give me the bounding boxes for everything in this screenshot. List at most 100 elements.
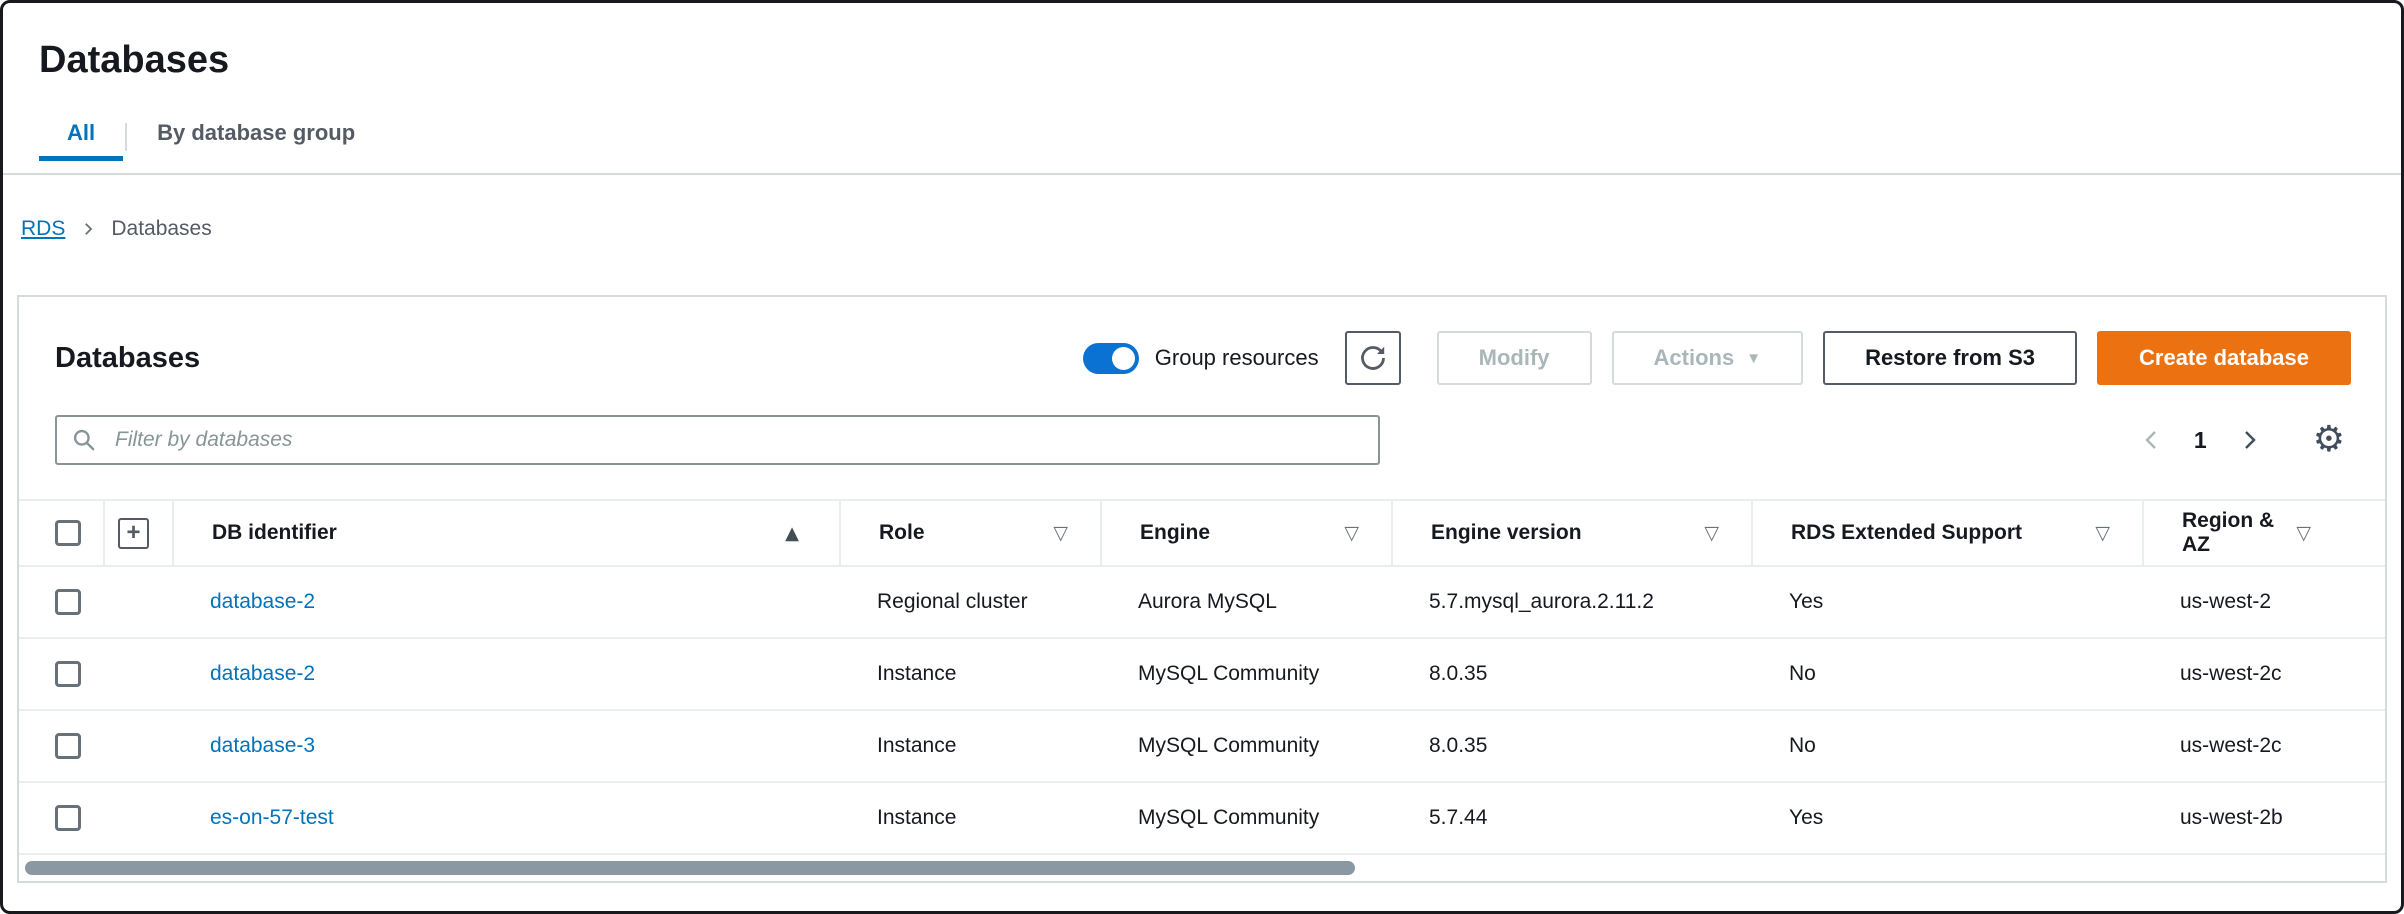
table-row: database-2 Instance MySQL Community 8.0.… — [19, 639, 2385, 711]
databases-panel: Databases Group resources Modify — [17, 295, 2387, 883]
tab-bar: All By database group — [3, 112, 2401, 175]
header-engine-label: Engine — [1140, 521, 1210, 545]
breadcrumb-rds-link[interactable]: RDS — [21, 217, 65, 241]
table-row: database-2 Regional cluster Aurora MySQL… — [19, 567, 2385, 639]
role-value: Instance — [877, 662, 956, 686]
page-title: Databases — [39, 39, 2365, 82]
header-role-label: Role — [879, 521, 925, 545]
page-number[interactable]: 1 — [2194, 427, 2207, 454]
restore-from-s3-button[interactable]: Restore from S3 — [1823, 331, 2077, 385]
row-checkbox[interactable] — [55, 805, 81, 831]
rds-extended-support-value: No — [1789, 662, 1816, 686]
create-database-button[interactable]: Create database — [2097, 331, 2351, 385]
tab-all-label: All — [67, 120, 95, 145]
filter-input[interactable] — [55, 415, 1380, 465]
engine-version-value: 5.7.mysql_aurora.2.11.2 — [1429, 590, 1654, 614]
table-row: es-on-57-test Instance MySQL Community 5… — [19, 783, 2385, 855]
engine-value: Aurora MySQL — [1138, 590, 1277, 614]
databases-table: + DB identifier ▲ Role ▽ Engine ▽ Engine… — [19, 499, 2385, 855]
next-page-button[interactable] — [2231, 422, 2267, 458]
engine-version-value: 5.7.44 — [1429, 806, 1487, 830]
header-region-az-label: Region & AZ — [2182, 509, 2296, 557]
refresh-icon — [1359, 344, 1387, 372]
horizontal-scrollbar-thumb[interactable] — [25, 861, 1355, 875]
region-az-value: us-west-2b — [2180, 806, 2283, 830]
expand-all-cell: + — [103, 501, 172, 565]
region-az-value: us-west-2 — [2180, 590, 2271, 614]
panel-header: Databases Group resources Modify — [19, 297, 2385, 415]
row-expand-cell — [103, 567, 172, 637]
refresh-button[interactable] — [1345, 331, 1401, 385]
settings-button[interactable]: ⚙ — [2307, 421, 2351, 459]
sort-ascending-icon: ▲ — [785, 523, 839, 544]
chevron-left-icon — [2140, 428, 2164, 452]
tab-by-database-group[interactable]: By database group — [129, 112, 383, 161]
db-identifier-link[interactable]: es-on-57-test — [210, 806, 334, 830]
header-engine-version-label: Engine version — [1431, 521, 1582, 545]
rds-extended-support-value: Yes — [1789, 590, 1823, 614]
pagination: 1 ⚙ — [2134, 421, 2351, 459]
engine-value: MySQL Community — [1138, 806, 1319, 830]
engine-value: MySQL Community — [1138, 662, 1319, 686]
db-identifier-link[interactable]: database-2 — [210, 662, 315, 686]
tab-all[interactable]: All — [39, 112, 123, 161]
filter-caret-icon[interactable]: ▽ — [2296, 522, 2343, 544]
filter-row: 1 ⚙ — [19, 415, 2385, 465]
horizontal-scrollbar[interactable] — [19, 855, 2385, 881]
role-value: Regional cluster — [877, 590, 1028, 614]
db-identifier-link[interactable]: database-3 — [210, 734, 315, 758]
header-rds-extended-support[interactable]: RDS Extended Support ▽ — [1751, 501, 2142, 565]
table-header-row: + DB identifier ▲ Role ▽ Engine ▽ Engine… — [19, 501, 2385, 567]
modify-button[interactable]: Modify — [1437, 331, 1592, 385]
header-role[interactable]: Role ▽ — [839, 501, 1100, 565]
rds-extended-support-value: Yes — [1789, 806, 1823, 830]
app-window: Databases All By database group RDS Data… — [0, 0, 2404, 914]
chevron-right-icon — [2237, 428, 2261, 452]
role-value: Instance — [877, 806, 956, 830]
gear-icon: ⚙ — [2313, 419, 2345, 460]
header-engine-version[interactable]: Engine version ▽ — [1391, 501, 1751, 565]
header-region-az[interactable]: Region & AZ ▽ — [2142, 501, 2385, 565]
group-resources-control: Group resources — [1083, 343, 1319, 374]
filter-input-wrapper — [55, 415, 1380, 465]
row-checkbox[interactable] — [55, 661, 81, 687]
rds-extended-support-value: No — [1789, 734, 1816, 758]
page-header: Databases — [3, 3, 2401, 82]
region-az-value: us-west-2c — [2180, 734, 2282, 758]
group-resources-label: Group resources — [1155, 345, 1319, 371]
filter-caret-icon[interactable]: ▽ — [1344, 522, 1391, 544]
plus-icon: + — [126, 521, 140, 545]
tab-divider — [125, 123, 127, 151]
filter-caret-icon[interactable]: ▽ — [1053, 522, 1100, 544]
toggle-knob — [1112, 347, 1135, 370]
role-value: Instance — [877, 734, 956, 758]
previous-page-button[interactable] — [2134, 422, 2170, 458]
header-engine[interactable]: Engine ▽ — [1100, 501, 1391, 565]
region-az-value: us-west-2c — [2180, 662, 2282, 686]
group-resources-toggle[interactable] — [1083, 343, 1139, 374]
chevron-right-icon — [79, 220, 97, 238]
engine-version-value: 8.0.35 — [1429, 734, 1487, 758]
tab-by-database-group-label: By database group — [157, 120, 355, 145]
select-all-checkbox[interactable] — [55, 520, 81, 546]
expand-all-button[interactable]: + — [118, 518, 149, 549]
restore-from-s3-label: Restore from S3 — [1865, 345, 2035, 371]
table-row: database-3 Instance MySQL Community 8.0.… — [19, 711, 2385, 783]
row-checkbox[interactable] — [55, 589, 81, 615]
actions-button-label: Actions — [1654, 345, 1735, 371]
filter-caret-icon[interactable]: ▽ — [2095, 522, 2142, 544]
select-all-cell — [19, 501, 103, 565]
actions-button[interactable]: Actions ▼ — [1612, 331, 1804, 385]
db-identifier-link[interactable]: database-2 — [210, 590, 315, 614]
modify-button-label: Modify — [1479, 345, 1550, 371]
header-rds-extended-support-label: RDS Extended Support — [1791, 521, 2022, 545]
row-expand-cell — [103, 711, 172, 781]
search-icon — [71, 427, 97, 453]
caret-down-icon: ▼ — [1746, 351, 1761, 366]
breadcrumb: RDS Databases — [21, 217, 2401, 241]
row-checkbox[interactable] — [55, 733, 81, 759]
filter-caret-icon[interactable]: ▽ — [1704, 522, 1751, 544]
tabs-bottom-divider — [3, 173, 2401, 175]
header-db-identifier[interactable]: DB identifier ▲ — [172, 501, 839, 565]
create-database-label: Create database — [2139, 345, 2309, 371]
